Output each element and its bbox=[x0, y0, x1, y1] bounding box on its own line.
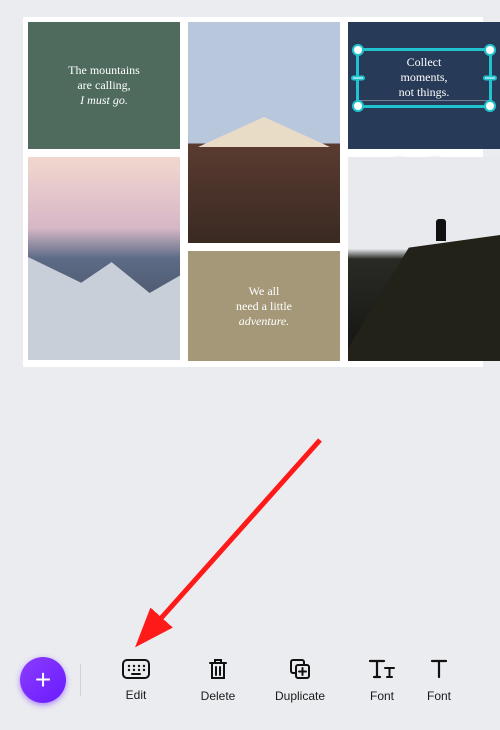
keyboard-icon bbox=[121, 658, 151, 680]
resize-handle-tr[interactable] bbox=[484, 44, 496, 56]
button-label: Font bbox=[427, 689, 451, 703]
button-label: Edit bbox=[126, 688, 147, 702]
text-line: Collect bbox=[359, 55, 489, 70]
text-line: I must go. bbox=[28, 93, 180, 108]
text-line: need a little bbox=[188, 299, 340, 314]
resize-handle-bl[interactable] bbox=[352, 100, 364, 112]
font-icon bbox=[430, 657, 448, 681]
toolbar: + Edit Delete Duplicate Font bbox=[0, 637, 500, 722]
tile-mountain-photo[interactable] bbox=[188, 22, 340, 243]
trash-icon bbox=[206, 657, 230, 681]
tile-quote-navy[interactable]: Collect moments, not things. bbox=[348, 22, 500, 149]
duplicate-icon bbox=[288, 657, 312, 681]
tile-quote-khaki[interactable]: We all need a little adventure. bbox=[188, 251, 340, 361]
button-label: Font bbox=[370, 689, 394, 703]
tile-silhouette-photo[interactable] bbox=[348, 157, 500, 361]
annotation-arrow bbox=[120, 430, 330, 650]
text-line: moments, bbox=[359, 70, 489, 85]
design-canvas[interactable]: The mountains are calling, I must go. Co… bbox=[23, 17, 483, 367]
selected-text-box[interactable]: Collect moments, not things. bbox=[356, 48, 492, 108]
button-label: Duplicate bbox=[275, 689, 325, 703]
tile-quote-green[interactable]: The mountains are calling, I must go. bbox=[28, 22, 180, 149]
resize-handle-mr[interactable] bbox=[483, 76, 497, 81]
button-label: Delete bbox=[201, 689, 236, 703]
delete-button[interactable]: Delete bbox=[177, 657, 259, 703]
toolbar-divider bbox=[80, 664, 81, 696]
resize-handle-ml[interactable] bbox=[351, 76, 365, 81]
font-button-2[interactable]: Font bbox=[423, 657, 455, 703]
text-line: are calling, bbox=[28, 78, 180, 93]
duplicate-button[interactable]: Duplicate bbox=[259, 657, 341, 703]
text-line: The mountains bbox=[28, 63, 180, 78]
edit-button[interactable]: Edit bbox=[95, 658, 177, 702]
tile-rocks-photo[interactable] bbox=[28, 157, 180, 360]
text-line: We all bbox=[188, 284, 340, 299]
font-button[interactable]: Font bbox=[341, 657, 423, 703]
text-line: adventure. bbox=[188, 314, 340, 329]
plus-icon: + bbox=[35, 664, 51, 696]
add-button[interactable]: + bbox=[20, 657, 66, 703]
text-line: not things. bbox=[359, 85, 489, 101]
resize-handle-tl[interactable] bbox=[352, 44, 364, 56]
font-icon bbox=[368, 657, 396, 681]
resize-handle-br[interactable] bbox=[484, 100, 496, 112]
